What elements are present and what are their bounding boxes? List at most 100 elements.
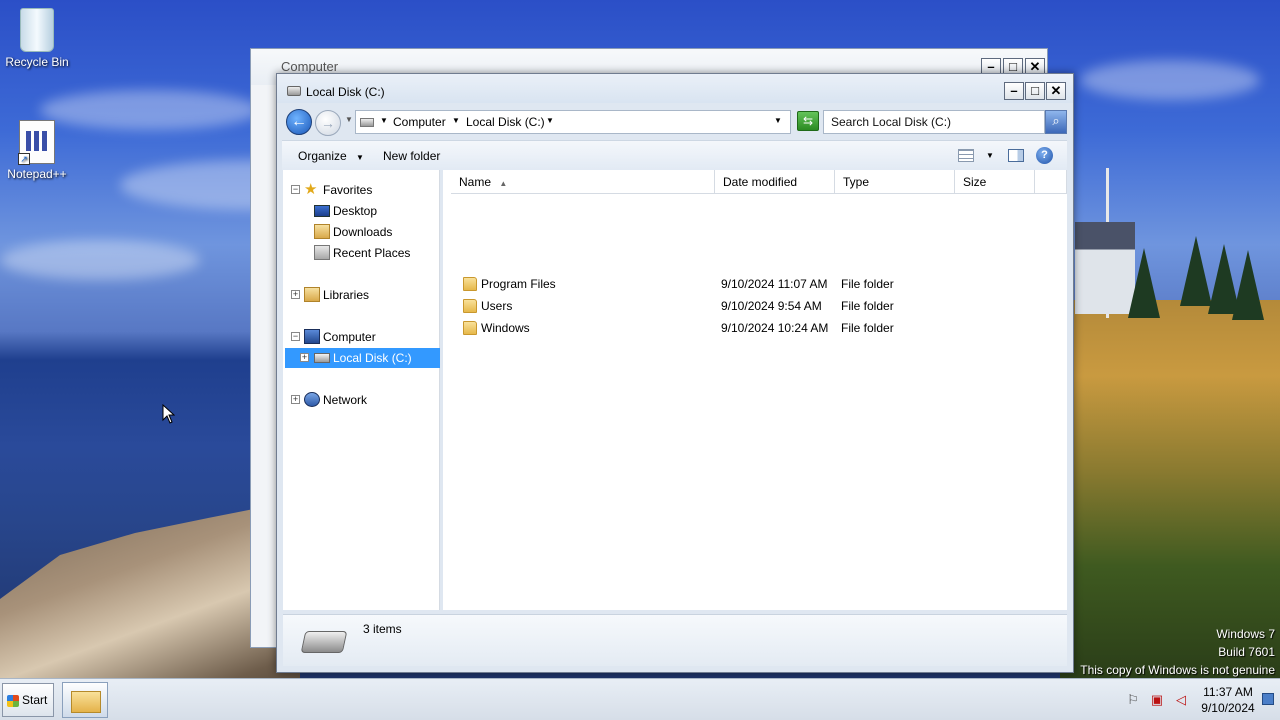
mouse-cursor-icon <box>162 404 175 424</box>
expand-icon[interactable]: + <box>291 290 300 299</box>
nav-item-downloads[interactable]: Downloads <box>291 222 431 242</box>
file-type: File folder <box>841 299 894 313</box>
explorer-window[interactable]: Local Disk (C:) – □ ✕ ← → ▼ ▼ Computer ▼… <box>276 73 1074 673</box>
chevron-down-icon[interactable]: ▼ <box>380 116 388 125</box>
change-view-icon[interactable] <box>958 149 974 162</box>
address-bar: ← → ▼ ▼ Computer ▼ Local Disk (C:) ▼ ▼ ⇆… <box>283 107 1067 137</box>
nav-item-recent-places[interactable]: Recent Places <box>291 243 431 263</box>
file-list: Name ▲ Date modified Type Size Program F… <box>443 170 1067 610</box>
navigation-pane: − ★ Favorites Desktop Downloads Recent P… <box>283 170 440 610</box>
chevron-down-icon[interactable]: ▼ <box>546 116 554 125</box>
desktop-icon-notepad-plus-plus[interactable]: ↗ Notepad++ <box>0 120 74 181</box>
file-name: Program Files <box>481 277 556 291</box>
clock-date: 9/10/2024 <box>1201 701 1255 715</box>
nav-item-desktop[interactable]: Desktop <box>291 201 431 221</box>
address-history-dropdown[interactable]: ▼ <box>774 116 782 125</box>
close-button[interactable]: ✕ <box>1046 82 1066 100</box>
window-title: Local Disk (C:) <box>306 85 385 99</box>
start-label: Start <box>22 693 48 707</box>
file-type: File folder <box>841 277 894 291</box>
table-row[interactable]: Users 9/10/2024 9:54 AM File folder <box>443 296 1063 318</box>
nav-item-label: Favorites <box>323 183 373 197</box>
nav-item-local-disk[interactable]: + Local Disk (C:) <box>285 348 440 368</box>
start-button[interactable]: Start <box>2 683 54 717</box>
recent-pages-dropdown[interactable]: ▼ <box>345 115 353 124</box>
new-folder-button[interactable]: New folder <box>383 149 440 163</box>
folder-icon <box>463 277 477 291</box>
drive-icon <box>360 118 374 127</box>
search-icon[interactable]: ⌕ <box>1045 110 1067 134</box>
folder-icon <box>463 321 477 335</box>
search-input[interactable]: Search Local Disk (C:) <box>823 110 1045 134</box>
desktop-icon-label: Notepad++ <box>7 167 67 181</box>
nav-item-libraries[interactable]: + Libraries <box>291 285 431 305</box>
preview-pane-icon[interactable] <box>1008 149 1024 162</box>
libraries-icon <box>304 287 320 302</box>
chevron-down-icon: ▼ <box>356 153 364 162</box>
item-count: 3 items <box>363 622 402 636</box>
nav-item-label: Libraries <box>323 288 370 302</box>
nav-item-network[interactable]: + Network <box>291 390 431 410</box>
taskbar-explorer-button[interactable] <box>62 682 108 718</box>
organize-label: Organize <box>298 149 347 163</box>
command-bar: Organize ▼ New folder ▼ ? <box>282 140 1067 170</box>
details-pane: 3 items <box>283 614 1067 666</box>
expand-icon[interactable]: + <box>300 353 309 362</box>
back-button[interactable]: ← <box>286 109 312 135</box>
column-header-date-modified[interactable]: Date modified <box>715 170 835 194</box>
nav-item-favorites[interactable]: − ★ Favorites <box>291 180 431 200</box>
watermark-build: Build 7601 <box>1218 645 1275 659</box>
collapse-icon[interactable]: − <box>291 185 300 194</box>
breadcrumb-computer[interactable]: Computer <box>393 115 446 129</box>
nav-item-label: Recent Places <box>333 246 411 260</box>
forward-button[interactable]: → <box>315 110 341 136</box>
maximize-button[interactable]: □ <box>1025 82 1045 100</box>
refresh-button[interactable]: ⇆ <box>797 111 819 131</box>
recent-places-icon <box>314 245 330 260</box>
minimize-button[interactable]: – <box>1004 82 1024 100</box>
file-date: 9/10/2024 10:24 AM <box>721 321 829 335</box>
watermark-os: Windows 7 <box>1216 627 1275 641</box>
table-row[interactable]: Program Files 9/10/2024 11:07 AM File fo… <box>443 274 1063 296</box>
notepad-plus-plus-icon: ↗ <box>18 120 55 165</box>
network-icon <box>304 392 320 407</box>
clock-time: 11:37 AM <box>1203 685 1253 699</box>
breadcrumb-local-disk[interactable]: Local Disk (C:) <box>466 115 545 129</box>
downloads-folder-icon <box>314 224 330 239</box>
watermark-genuine-notice: This copy of Windows is not genuine <box>1080 663 1275 677</box>
show-desktop-button[interactable] <box>1262 693 1274 705</box>
windows-logo-icon <box>7 695 19 707</box>
volume-muted-icon[interactable]: ◁ <box>1174 693 1188 707</box>
chevron-down-icon[interactable]: ▼ <box>452 116 460 125</box>
nav-item-computer[interactable]: − Computer <box>291 327 431 347</box>
hard-drive-icon <box>300 631 348 653</box>
address-field[interactable]: ▼ Computer ▼ Local Disk (C:) ▼ ▼ <box>355 110 791 134</box>
file-date: 9/10/2024 9:54 AM <box>721 299 822 313</box>
column-header-name[interactable]: Name ▲ <box>451 170 715 194</box>
expand-icon[interactable]: + <box>291 395 300 404</box>
column-label: Name <box>459 175 492 189</box>
file-name: Windows <box>481 321 530 335</box>
table-row[interactable]: Windows 9/10/2024 10:24 AM File folder <box>443 318 1063 340</box>
network-disconnected-icon[interactable]: ▣ <box>1150 693 1164 707</box>
desktop-icon-label: Recycle Bin <box>5 55 69 69</box>
search-placeholder: Search Local Disk (C:) <box>831 115 952 129</box>
nav-item-label: Computer <box>323 330 376 344</box>
organize-button[interactable]: Organize ▼ <box>298 149 364 163</box>
file-type: File folder <box>841 321 894 335</box>
nav-item-label: Network <box>323 393 368 407</box>
desktop-icon-recycle-bin[interactable]: Recycle Bin <box>0 8 74 69</box>
action-center-flag-icon[interactable]: ⚐ <box>1126 693 1140 707</box>
file-name: Users <box>481 299 513 313</box>
column-header-type[interactable]: Type <box>835 170 955 194</box>
help-icon[interactable]: ? <box>1036 147 1053 164</box>
explorer-titlebar[interactable]: Local Disk (C:) – □ ✕ <box>277 74 1073 103</box>
collapse-icon[interactable]: − <box>291 332 300 341</box>
column-header-size[interactable]: Size <box>955 170 1035 194</box>
taskbar-clock[interactable]: 11:37 AM 9/10/2024 <box>1196 684 1260 716</box>
nav-item-label: Desktop <box>333 204 378 218</box>
taskbar: Start ⚐ ▣ ◁ 11:37 AM 9/10/2024 <box>0 678 1280 720</box>
nav-item-label: Downloads <box>333 225 393 239</box>
view-options-dropdown[interactable]: ▼ <box>986 151 994 160</box>
drive-icon <box>314 353 330 363</box>
